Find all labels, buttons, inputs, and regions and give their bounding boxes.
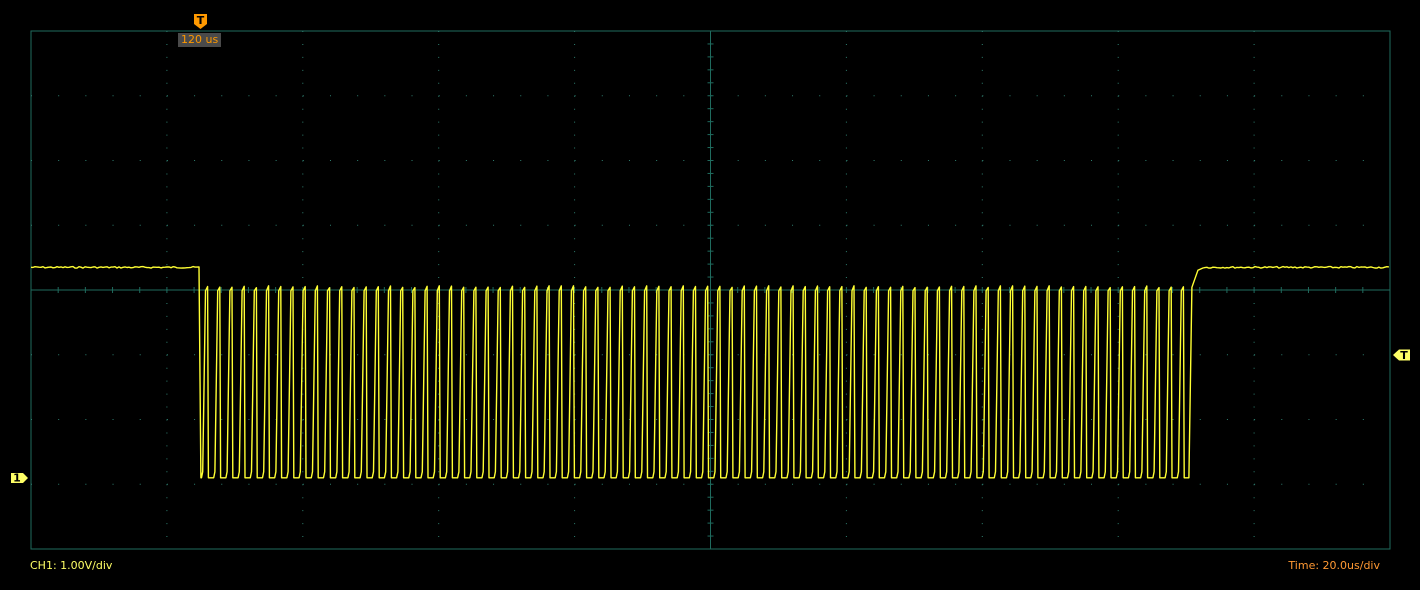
ch1-trace-group: [30, 265, 1389, 479]
ch1-trace: [30, 265, 1389, 479]
time-scale-readout: Time: 20.0us/div: [1288, 559, 1380, 572]
channel-1-marker-icon[interactable]: 1: [11, 472, 28, 485]
trigger-level-icon[interactable]: T: [1393, 349, 1410, 362]
oscilloscope-screen: T T 1 120 us CH1: 1.00V/div Time: 20.0us…: [0, 0, 1420, 590]
channel-scale-readout: CH1: 1.00V/div: [30, 559, 113, 572]
trigger-marker-glyph: T: [197, 14, 205, 27]
trigger-marker-icon[interactable]: T: [194, 14, 207, 29]
trigger-level-glyph: T: [1400, 349, 1408, 362]
trigger-time-readout: 120 us: [178, 33, 222, 47]
graticule: [30, 30, 1391, 550]
channel-marker-glyph: 1: [13, 472, 21, 485]
waveform-display: T T 1: [11, 14, 1410, 550]
